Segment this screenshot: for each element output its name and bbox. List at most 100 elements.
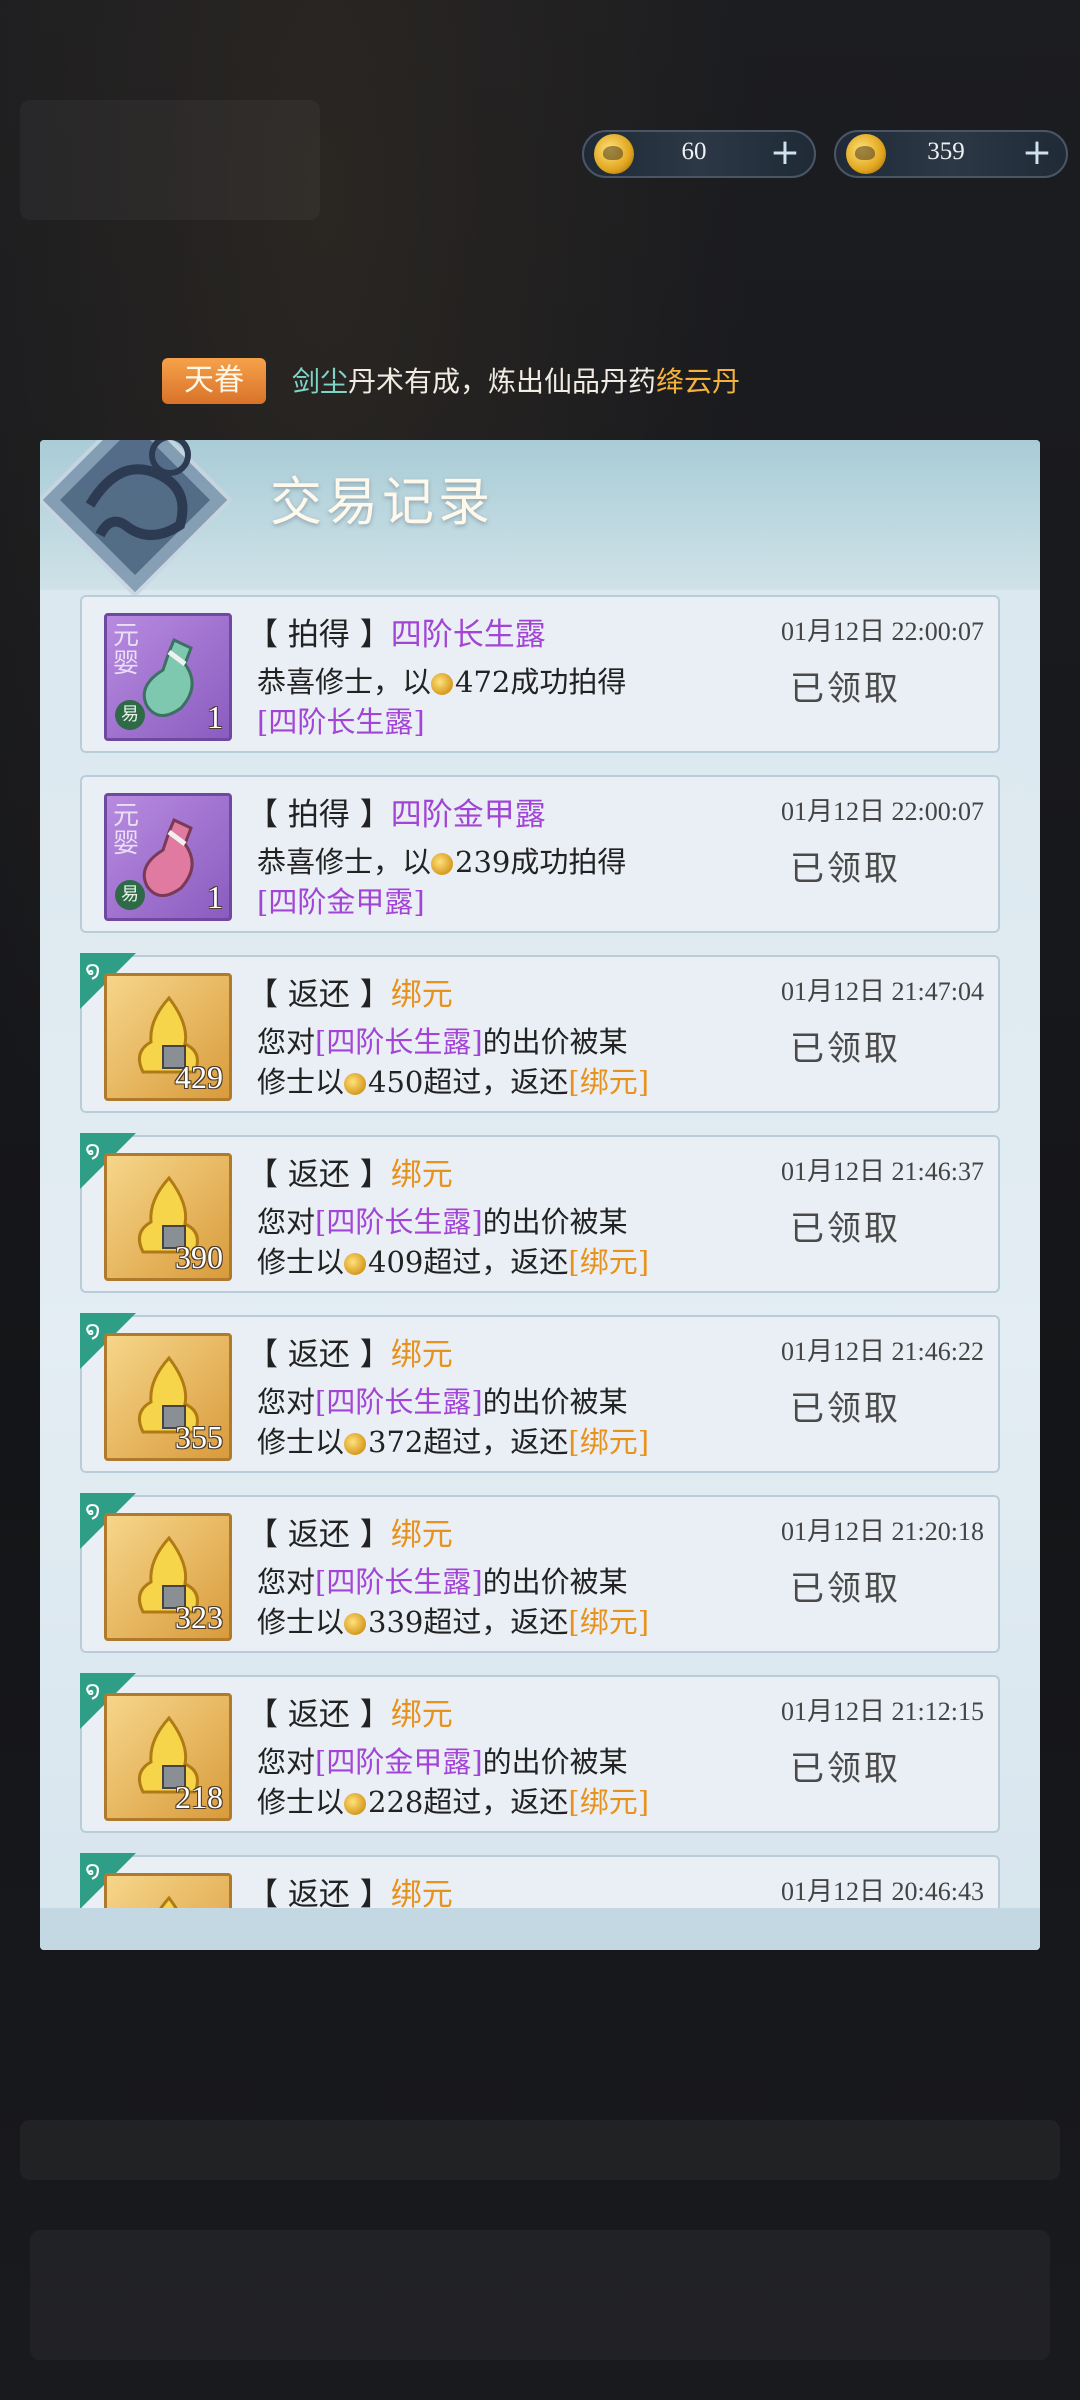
desc-item-link[interactable]: [四阶金甲露] — [315, 1745, 483, 1779]
item-count: 355 — [175, 1419, 223, 1455]
record-item[interactable]: ໑ 323 【 返还 】绑元 01月12日 21:20:18 您对[四阶长生露]… — [80, 1493, 1000, 1653]
item-icon[interactable]: 355 — [104, 1333, 232, 1461]
bid-amount: 450 — [368, 1065, 424, 1099]
record-list[interactable]: 元婴 易 1 【 拍得 】四阶长生露 01月12日 22:00:07 恭喜修士，… — [80, 595, 1000, 1910]
item-icon[interactable] — [104, 1873, 232, 1910]
record-item[interactable]: ໑ 355 【 返还 】绑元 01月12日 21:46:22 您对[四阶长生露]… — [80, 1313, 1000, 1473]
record-desc-line2: 修士以 339超过，返还[绑元] — [257, 1599, 649, 1641]
item-count: 218 — [175, 1779, 223, 1815]
currency-bound: 359 + — [834, 130, 1068, 178]
desc-item-link[interactable]: [四阶长生露] — [315, 1565, 483, 1599]
desc-item-link[interactable]: [四阶金甲露] — [257, 885, 425, 919]
record-item-name: 绑元 — [390, 1697, 453, 1733]
desc-item-link[interactable]: [四阶长生露] — [315, 1205, 483, 1239]
gold-coin-icon — [344, 1073, 367, 1095]
record-title: 【 返还 】绑元 — [247, 977, 453, 1013]
gold-coin-icon — [344, 1433, 367, 1455]
record-item[interactable]: 元婴 易 1 【 拍得 】四阶长生露 01月12日 22:00:07 恭喜修士，… — [80, 595, 1000, 753]
desc-item-link[interactable]: [绑元] — [568, 1065, 649, 1099]
record-type: 返还 — [287, 977, 350, 1013]
desc-item-link[interactable]: [四阶长生露] — [315, 1385, 483, 1419]
item-icon[interactable]: 元婴 易 1 — [104, 613, 232, 741]
desc-text: 的出价被某 — [482, 1025, 628, 1059]
bid-amount: 472 — [455, 665, 511, 699]
record-title: 【 拍得 】四阶长生露 — [247, 617, 546, 653]
background-blur — [20, 100, 320, 220]
desc-item-link[interactable]: [绑元] — [568, 1605, 649, 1639]
dragon-emblem-icon — [40, 440, 233, 595]
desc-text: 恭喜修士，以 — [257, 845, 432, 879]
record-type: 返还 — [287, 1157, 350, 1193]
currency-amount: 60 — [681, 138, 707, 165]
announcement-player: 剑尘 — [292, 365, 349, 398]
bid-amount: 228 — [368, 1785, 424, 1819]
desc-text: 超过，返还 — [423, 1785, 569, 1819]
record-time: 01月12日 20:46:43 — [781, 1877, 984, 1906]
record-item[interactable]: ໑ 429 【 返还 】绑元 01月12日 21:47:04 您对[四阶长生露]… — [80, 953, 1000, 1113]
swirl-icon: ໑ — [85, 956, 101, 984]
swirl-icon: ໑ — [85, 1496, 101, 1524]
record-item-name: 四阶长生露 — [390, 617, 546, 653]
record-item[interactable]: ໑ 390 【 返还 】绑元 01月12日 21:46:37 您对[四阶长生露]… — [80, 1133, 1000, 1293]
record-desc-line2: 修士以 450超过，返还[绑元] — [257, 1059, 649, 1101]
record-desc-line1: 恭喜修士，以 472成功拍得 — [257, 659, 626, 701]
claimed-status: 已领取 — [790, 1749, 901, 1789]
desc-text: 修士以 — [257, 1245, 345, 1279]
record-item[interactable]: ໑ 218 【 返还 】绑元 01月12日 21:12:15 您对[四阶金甲露]… — [80, 1673, 1000, 1833]
desc-text: 修士以 — [257, 1785, 345, 1819]
announcement-tag: 天眷 — [162, 358, 266, 404]
add-currency-button[interactable]: + — [770, 133, 800, 173]
swirl-icon: ໑ — [85, 1856, 101, 1884]
record-desc-line1: 您对[四阶长生露]的出价被某 — [257, 1379, 628, 1421]
record-type: 返还 — [287, 1877, 350, 1910]
desc-item-link[interactable]: [绑元] — [568, 1425, 649, 1459]
background-blur — [20, 2120, 1060, 2180]
gold-coin-icon — [431, 853, 454, 875]
gold-coin-icon — [431, 673, 454, 695]
bid-amount: 409 — [368, 1245, 424, 1279]
desc-item-link[interactable]: [四阶长生露] — [257, 705, 425, 739]
item-icon[interactable]: 323 — [104, 1513, 232, 1641]
record-time: 01月12日 21:20:18 — [781, 1517, 984, 1546]
item-icon[interactable]: 218 — [104, 1693, 232, 1821]
item-count: 429 — [175, 1059, 223, 1095]
bid-amount: 339 — [368, 1605, 424, 1639]
desc-text: 超过，返还 — [423, 1065, 569, 1099]
item-icon[interactable]: 429 — [104, 973, 232, 1101]
desc-item-link[interactable]: [绑元] — [568, 1245, 649, 1279]
record-time: 01月12日 21:12:15 — [781, 1697, 984, 1726]
add-currency-button[interactable]: + — [1022, 133, 1052, 173]
desc-text: 超过，返还 — [423, 1245, 569, 1279]
swirl-icon: ໑ — [85, 1316, 101, 1344]
record-item-name: 绑元 — [390, 1157, 453, 1193]
desc-text: 您对 — [257, 1205, 316, 1239]
claimed-status: 已领取 — [790, 1209, 901, 1249]
desc-item-link[interactable]: [绑元] — [568, 1785, 649, 1819]
record-desc-line2: 修士以 228超过，返还[绑元] — [257, 1779, 649, 1821]
record-desc-line1: 您对[四阶长生露]的出价被某 — [257, 1019, 628, 1061]
item-icon[interactable]: 390 — [104, 1153, 232, 1281]
desc-text: 的出价被某 — [482, 1565, 628, 1599]
record-type: 返还 — [287, 1517, 350, 1553]
record-item[interactable]: 元婴 易 1 【 拍得 】四阶金甲露 01月12日 22:00:07 恭喜修士，… — [80, 775, 1000, 933]
item-count: 1 — [207, 699, 223, 735]
claimed-status: 已领取 — [790, 1029, 901, 1069]
record-item[interactable]: ໑ 【 返还 】绑元 01月12日 20:46:43 — [80, 1853, 1000, 1910]
record-desc-line1: 恭喜修士，以 239成功拍得 — [257, 839, 626, 881]
desc-item-link[interactable]: [四阶长生露] — [315, 1025, 483, 1059]
desc-text: 超过，返还 — [423, 1425, 569, 1459]
desc-text: 您对 — [257, 1745, 316, 1779]
record-desc-line1: 您对[四阶金甲露]的出价被某 — [257, 1739, 628, 1781]
trade-record-panel: 交易记录 元婴 易 1 【 拍得 】四阶长生露 01月12日 22:00:07 … — [40, 440, 1040, 1950]
claimed-status: 已领取 — [790, 849, 901, 889]
item-icon[interactable]: 元婴 易 1 — [104, 793, 232, 921]
record-item-name: 绑元 — [390, 1337, 453, 1373]
desc-text: 您对 — [257, 1565, 316, 1599]
record-type: 拍得 — [287, 797, 350, 833]
record-desc-line1: 您对[四阶长生露]的出价被某 — [257, 1199, 628, 1241]
item-count: 1 — [207, 879, 223, 915]
desc-text: 的出价被某 — [482, 1745, 628, 1779]
record-item-name: 四阶金甲露 — [390, 797, 546, 833]
currency-amount: 359 — [927, 138, 965, 165]
record-type: 返还 — [287, 1697, 350, 1733]
